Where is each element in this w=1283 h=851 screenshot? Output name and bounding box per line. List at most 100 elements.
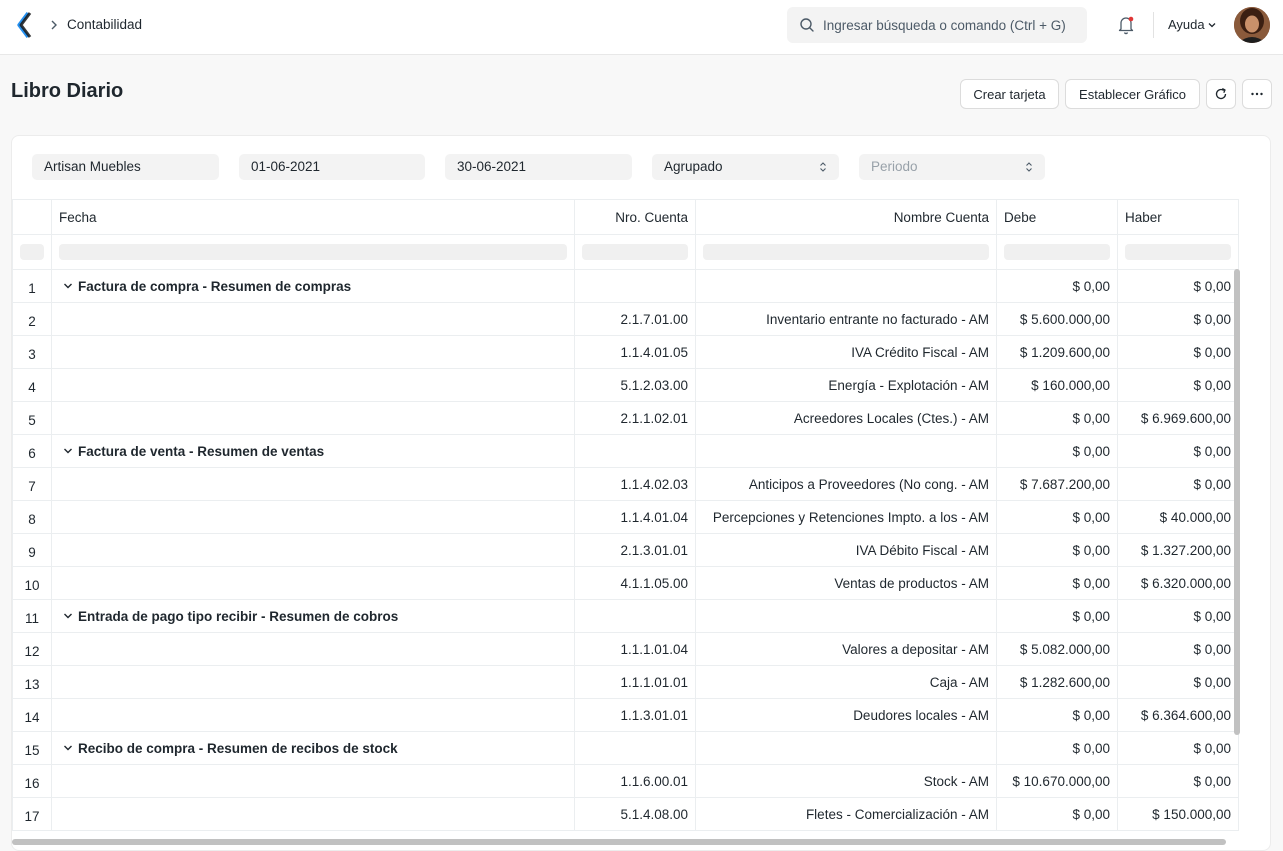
- horizontal-scrollbar[interactable]: [12, 839, 1226, 845]
- debe-cell[interactable]: $ 0,00: [996, 401, 1118, 435]
- help-menu[interactable]: Ayuda: [1168, 17, 1205, 32]
- fecha-cell[interactable]: [51, 302, 575, 336]
- haber-cell[interactable]: $ 0,00: [1117, 368, 1239, 402]
- nombre-cuenta-cell[interactable]: Deudores locales - AM: [695, 698, 997, 732]
- nombre-cuenta-cell[interactable]: Inventario entrante no facturado - AM: [695, 302, 997, 336]
- column-header-debe[interactable]: Debe: [996, 199, 1118, 235]
- fecha-cell[interactable]: [51, 665, 575, 699]
- nro-cuenta-cell[interactable]: 1.1.1.01.01: [574, 665, 696, 699]
- nro-cuenta-cell[interactable]: [574, 731, 696, 765]
- nombre-cuenta-cell[interactable]: Anticipos a Proveedores (No cong. - AM: [695, 467, 997, 501]
- nombre-cuenta-cell[interactable]: Caja - AM: [695, 665, 997, 699]
- refresh-button[interactable]: [1206, 79, 1236, 109]
- fecha-cell[interactable]: [51, 467, 575, 501]
- debe-cell[interactable]: $ 0,00: [996, 269, 1118, 303]
- haber-cell[interactable]: $ 0,00: [1117, 269, 1239, 303]
- fecha-cell[interactable]: [51, 533, 575, 567]
- fecha-cell[interactable]: Entrada de pago tipo recibir - Resumen d…: [51, 599, 575, 633]
- nro-cuenta-cell[interactable]: 1.1.4.01.05: [574, 335, 696, 369]
- haber-cell[interactable]: $ 150.000,00: [1117, 797, 1239, 831]
- create-card-button[interactable]: Crear tarjeta: [960, 79, 1059, 109]
- filter-cell[interactable]: [12, 234, 52, 270]
- fecha-cell[interactable]: Factura de compra - Resumen de compras: [51, 269, 575, 303]
- fecha-cell[interactable]: [51, 335, 575, 369]
- period-select[interactable]: Periodo: [859, 154, 1045, 180]
- debe-cell[interactable]: $ 0,00: [996, 533, 1118, 567]
- fecha-cell[interactable]: Factura de venta - Resumen de ventas: [51, 434, 575, 468]
- nombre-cuenta-cell[interactable]: Acreedores Locales (Ctes.) - AM: [695, 401, 997, 435]
- nro-cuenta-cell[interactable]: 1.1.3.01.01: [574, 698, 696, 732]
- nro-cuenta-cell[interactable]: [574, 269, 696, 303]
- debe-cell[interactable]: $ 1.209.600,00: [996, 335, 1118, 369]
- nro-cuenta-cell[interactable]: 2.1.7.01.00: [574, 302, 696, 336]
- nombre-cuenta-cell[interactable]: [695, 434, 997, 468]
- notification-bell-icon[interactable]: [1116, 14, 1136, 36]
- haber-cell[interactable]: $ 40.000,00: [1117, 500, 1239, 534]
- fecha-cell[interactable]: [51, 500, 575, 534]
- group-by-select[interactable]: Agrupado: [652, 154, 839, 180]
- haber-cell[interactable]: $ 0,00: [1117, 764, 1239, 798]
- table-row[interactable]: 5 2.1.1.02.01 Acreedores Locales (Ctes.) -…: [12, 401, 1239, 435]
- filter-cell[interactable]: [996, 234, 1118, 270]
- debe-cell[interactable]: $ 0,00: [996, 731, 1118, 765]
- search-bar[interactable]: [787, 7, 1087, 43]
- haber-cell[interactable]: $ 0,00: [1117, 335, 1239, 369]
- group-row[interactable]: 6 Factura de venta - Resumen de ventas $ 0…: [12, 434, 1239, 468]
- haber-cell[interactable]: $ 0,00: [1117, 632, 1239, 666]
- filter-input[interactable]: [59, 244, 567, 260]
- breadcrumb-contabilidad[interactable]: Contabilidad: [67, 17, 142, 32]
- haber-cell[interactable]: $ 6.969.600,00: [1117, 401, 1239, 435]
- set-chart-button[interactable]: Establecer Gráfico: [1065, 79, 1200, 109]
- column-header-nro-cuenta[interactable]: Nro. Cuenta: [574, 199, 696, 235]
- filter-input[interactable]: [582, 244, 688, 260]
- nombre-cuenta-cell[interactable]: [695, 599, 997, 633]
- nro-cuenta-cell[interactable]: 5.1.4.08.00: [574, 797, 696, 831]
- haber-cell[interactable]: $ 0,00: [1117, 599, 1239, 633]
- nro-cuenta-cell[interactable]: 4.1.1.05.00: [574, 566, 696, 600]
- filter-input[interactable]: [703, 244, 989, 260]
- filter-input[interactable]: [20, 244, 44, 260]
- nombre-cuenta-cell[interactable]: Fletes - Comercialización - AM: [695, 797, 997, 831]
- fecha-cell[interactable]: [51, 401, 575, 435]
- haber-cell[interactable]: $ 1.327.200,00: [1117, 533, 1239, 567]
- user-avatar[interactable]: [1234, 7, 1270, 43]
- company-filter[interactable]: Artisan Muebles: [32, 154, 219, 180]
- debe-cell[interactable]: $ 0,00: [996, 797, 1118, 831]
- nombre-cuenta-cell[interactable]: Stock - AM: [695, 764, 997, 798]
- nro-cuenta-cell[interactable]: 1.1.4.02.03: [574, 467, 696, 501]
- nombre-cuenta-cell[interactable]: IVA Débito Fiscal - AM: [695, 533, 997, 567]
- nro-cuenta-cell[interactable]: 1.1.1.01.04: [574, 632, 696, 666]
- debe-cell[interactable]: $ 10.670.000,00: [996, 764, 1118, 798]
- nombre-cuenta-cell[interactable]: Ventas de productos - AM: [695, 566, 997, 600]
- table-row[interactable]: 17 5.1.4.08.00 Fletes - Comercialización -…: [12, 797, 1239, 831]
- filter-input[interactable]: [1125, 244, 1231, 260]
- nro-cuenta-cell[interactable]: 2.1.1.02.01: [574, 401, 696, 435]
- collapse-chevron-icon[interactable]: [63, 744, 73, 752]
- table-row[interactable]: 12 1.1.1.01.04 Valores a depositar - AM $ 5…: [12, 632, 1239, 666]
- table-row[interactable]: 14 1.1.3.01.01 Deudores locales - AM $ 0,00…: [12, 698, 1239, 732]
- fecha-cell[interactable]: [51, 566, 575, 600]
- haber-cell[interactable]: $ 0,00: [1117, 467, 1239, 501]
- nro-cuenta-cell[interactable]: 1.1.6.00.01: [574, 764, 696, 798]
- nombre-cuenta-cell[interactable]: IVA Crédito Fiscal - AM: [695, 335, 997, 369]
- nro-cuenta-cell[interactable]: [574, 599, 696, 633]
- haber-cell[interactable]: $ 0,00: [1117, 434, 1239, 468]
- filter-input[interactable]: [1004, 244, 1110, 260]
- haber-cell[interactable]: $ 0,00: [1117, 665, 1239, 699]
- haber-cell[interactable]: $ 6.364.600,00: [1117, 698, 1239, 732]
- debe-cell[interactable]: $ 0,00: [996, 566, 1118, 600]
- vertical-scrollbar[interactable]: [1234, 269, 1240, 735]
- table-row[interactable]: 3 1.1.4.01.05 IVA Crédito Fiscal - AM $ 1.2…: [12, 335, 1239, 369]
- column-header-fecha[interactable]: Fecha: [51, 199, 575, 235]
- group-row[interactable]: 11 Entrada de pago tipo recibir - Resumen…: [12, 599, 1239, 633]
- fecha-cell[interactable]: [51, 698, 575, 732]
- collapse-chevron-icon[interactable]: [63, 282, 73, 290]
- fecha-cell[interactable]: [51, 368, 575, 402]
- table-row[interactable]: 13 1.1.1.01.01 Caja - AM $ 1.282.600,00 $ 0,…: [12, 665, 1239, 699]
- debe-cell[interactable]: $ 0,00: [996, 599, 1118, 633]
- search-input[interactable]: [823, 7, 1078, 43]
- debe-cell[interactable]: $ 160.000,00: [996, 368, 1118, 402]
- filter-cell[interactable]: [1117, 234, 1239, 270]
- chevron-down-icon[interactable]: [1207, 20, 1217, 30]
- debe-cell[interactable]: $ 0,00: [996, 434, 1118, 468]
